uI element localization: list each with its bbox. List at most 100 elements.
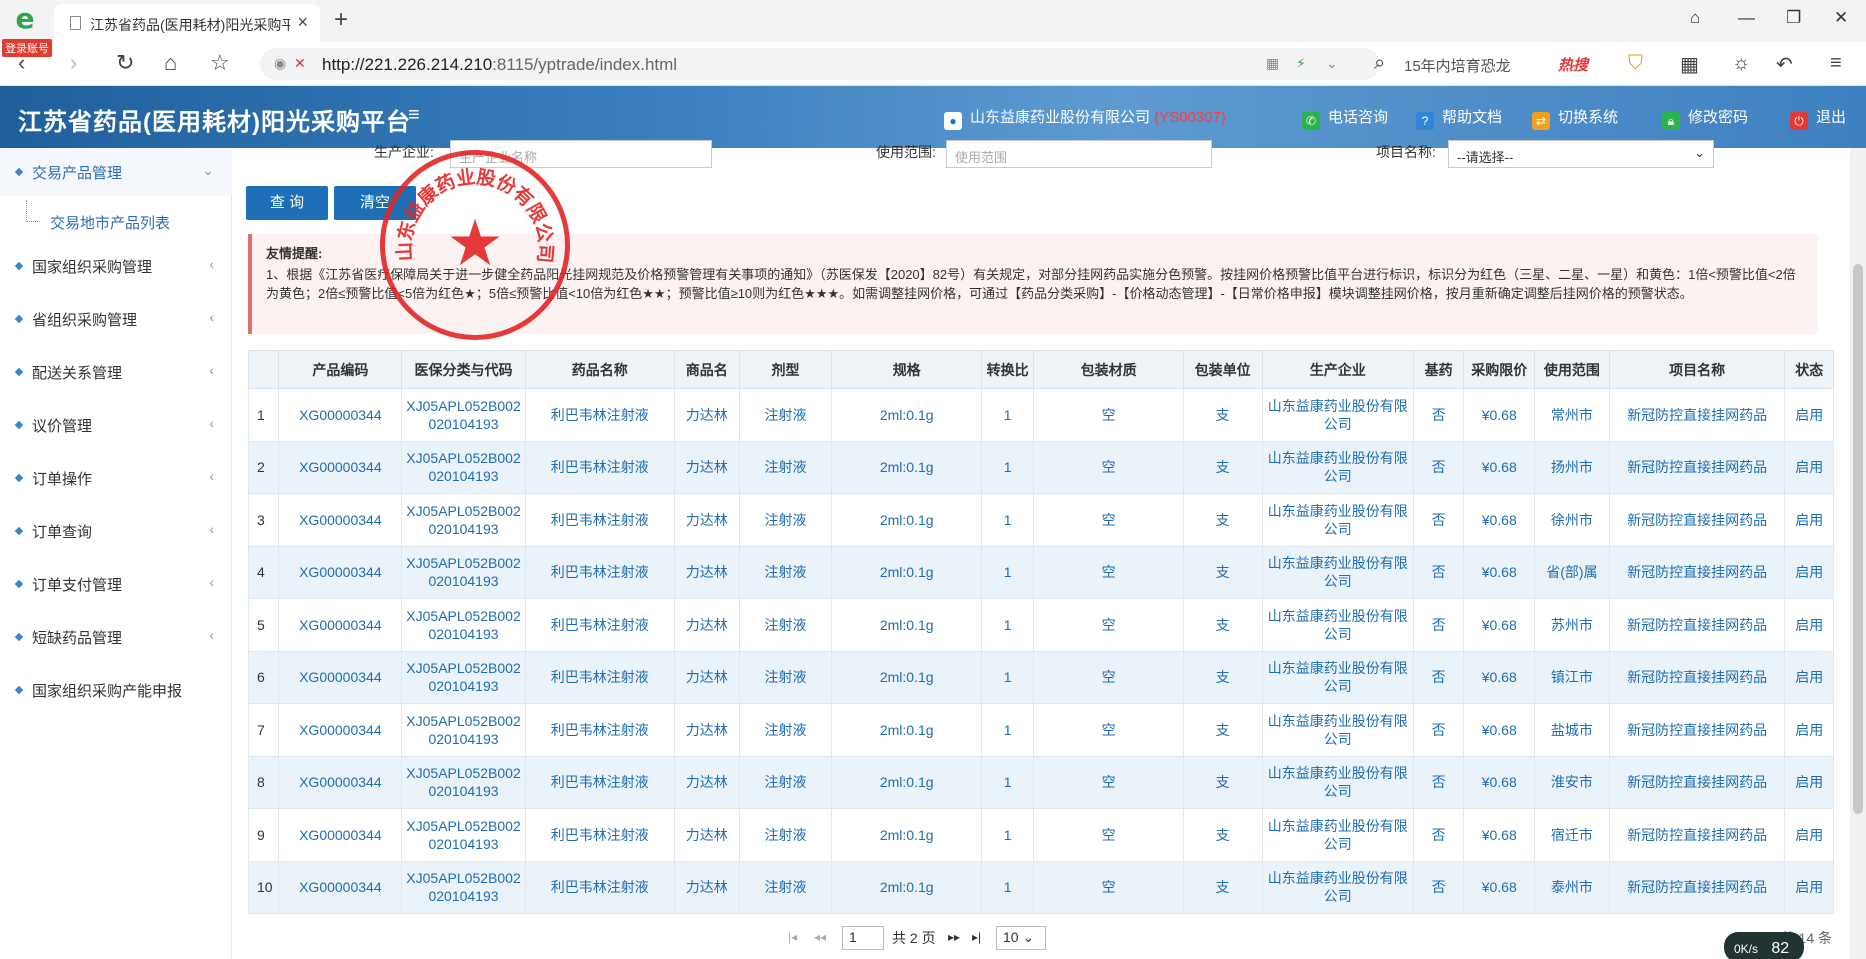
first-page-icon[interactable]: |◂ (788, 930, 797, 944)
sidebar-item-national-procurement[interactable]: 国家组织采购管理 ‹ (0, 242, 232, 290)
column-header[interactable]: 产品编码 (278, 350, 403, 389)
project-select[interactable]: --请选择-- ⌄ (1448, 140, 1714, 168)
scope-input[interactable]: 使用范围 (946, 140, 1212, 168)
last-page-icon[interactable]: ▸| (972, 930, 981, 944)
close-window-button[interactable]: ✕ (1834, 8, 1848, 28)
row-index: 4 (247, 545, 280, 599)
table-cell: 新冠防控直接挂网药品 (1608, 545, 1786, 599)
column-header[interactable]: 项目名称 (1608, 350, 1786, 389)
chevron-down-icon: ⌄ (202, 162, 214, 178)
column-header[interactable]: 生产企业 (1261, 350, 1414, 389)
column-header[interactable]: 医保分类与代码 (401, 350, 526, 389)
sidebar-item-capacity-report[interactable]: 国家组织采购产能申报 (0, 666, 232, 714)
minimize-button[interactable]: — (1738, 8, 1755, 28)
home-icon[interactable]: ⌂ (164, 50, 177, 76)
prev-page-icon[interactable]: ◂◂ (814, 930, 826, 944)
browser-tab[interactable]: 江苏省药品(医用耗材)阳光采购平 × (54, 4, 320, 42)
apps-grid-icon[interactable]: ▦ (1680, 52, 1699, 77)
table-row[interactable]: 8 XG00000344 XJ05APL052B002020104193 利巴韦林注射… (247, 755, 1834, 809)
phone-consult-link[interactable]: ✆ 电话咨询 (1302, 106, 1388, 130)
change-password-link[interactable]: 🔒︎ 修改密码 (1662, 106, 1748, 130)
column-header[interactable]: 剂型 (738, 350, 833, 389)
column-header[interactable]: 使用范围 (1534, 350, 1610, 389)
bookmark-star-icon[interactable]: ☆ (210, 50, 230, 76)
sidebar-item-shortage[interactable]: 短缺药品管理 ‹ (0, 613, 232, 661)
table-cell: 2ml:0.1g (831, 755, 982, 809)
table-cell: 力达林 (674, 440, 740, 494)
forward-icon[interactable]: › (70, 50, 77, 76)
close-tab-icon[interactable]: × (297, 12, 308, 33)
menu-icon[interactable]: ≡ (1830, 52, 1842, 75)
restore-button[interactable]: ❐ (1786, 8, 1801, 28)
bullet-icon (14, 420, 24, 430)
sidebar-item-order-ops[interactable]: 订单操作 ‹ (0, 454, 232, 502)
switch-system-link[interactable]: ⇄ 切换系统 (1532, 106, 1618, 130)
column-header[interactable]: 规格 (831, 350, 982, 389)
login-badge[interactable]: 登录账号 (2, 39, 52, 57)
column-header[interactable]: 状态 (1784, 350, 1834, 389)
brightness-icon[interactable]: ☼ (1732, 52, 1750, 75)
table-cell: 常州市 (1534, 388, 1610, 442)
table-cell: 启用 (1784, 440, 1834, 494)
shield-icon[interactable]: ⛉ (1628, 52, 1643, 75)
browser-search[interactable]: ⌕ 15年内培育恐龙 热搜 (1370, 48, 1650, 80)
sidebar-item-province-procurement[interactable]: 省组织采购管理 ‹ (0, 295, 232, 343)
dropdown-icon[interactable]: ⌄ (1326, 55, 1338, 72)
insecure-icon[interactable]: ✕ (294, 55, 306, 72)
table-row[interactable]: 5 XG00000344 XJ05APL052B002020104193 利巴韦林注射… (247, 598, 1834, 652)
shirt-icon[interactable]: ⌂ (1690, 8, 1700, 28)
hot-search-label[interactable]: 热搜 (1558, 54, 1588, 75)
table-cell: ¥0.68 (1463, 598, 1536, 652)
table-row[interactable]: 10 XG00000344 XJ05APL052B002020104193 利巴韦林注… (247, 860, 1834, 914)
qr-icon[interactable]: ▦ (1266, 55, 1279, 72)
sidebar-item-order-query[interactable]: 订单查询 ‹ (0, 507, 232, 555)
table-cell: ¥0.68 (1463, 650, 1536, 704)
sidebar-subitem-city-products[interactable]: 交易地市产品列表 (0, 200, 232, 240)
table-row[interactable]: 6 XG00000344 XJ05APL052B002020104193 利巴韦林注射… (247, 650, 1834, 704)
sidebar-item-delivery[interactable]: 配送关系管理 ‹ (0, 348, 232, 396)
table-cell: 镇江市 (1534, 650, 1610, 704)
column-header[interactable]: 基药 (1412, 350, 1465, 389)
scrollbar-thumb[interactable] (1853, 264, 1863, 814)
new-tab-button[interactable]: + (334, 6, 348, 34)
table-cell: 注射液 (738, 860, 833, 914)
security-icon[interactable]: ◉ (274, 55, 286, 72)
column-header[interactable]: 转换比 (980, 350, 1035, 389)
table-row[interactable]: 3 XG00000344 XJ05APL052B002020104193 利巴韦林注射… (247, 493, 1834, 547)
page-size-select[interactable]: 10 ⌄ (996, 926, 1046, 950)
table-cell: 力达林 (674, 808, 740, 862)
sidebar-item-trade-products[interactable]: 交易产品管理 ⌄ (0, 148, 232, 196)
document-icon (70, 16, 81, 30)
table-row[interactable]: 4 XG00000344 XJ05APL052B002020104193 利巴韦林注射… (247, 545, 1834, 599)
table-row[interactable]: 9 XG00000344 XJ05APL052B002020104193 利巴韦林注射… (247, 808, 1834, 862)
table-row[interactable]: 1 XG00000344 XJ05APL052B002020104193 利巴韦林注射… (247, 388, 1834, 442)
table-cell: 力达林 (674, 388, 740, 442)
table-cell: 支 (1182, 493, 1263, 547)
sidebar-item-order-payment[interactable]: 订单支付管理 ‹ (0, 560, 232, 608)
lightning-icon[interactable]: ⚡ (1296, 55, 1306, 72)
column-header[interactable]: 包装单位 (1182, 350, 1263, 389)
hamburger-icon[interactable]: ≡ (408, 104, 420, 127)
undo-icon[interactable]: ↶ (1776, 52, 1793, 77)
column-header[interactable]: 包装材质 (1033, 350, 1184, 389)
vertical-scrollbar[interactable] (1850, 148, 1866, 959)
table-row[interactable]: 7 XG00000344 XJ05APL052B002020104193 利巴韦林注射… (247, 703, 1834, 757)
logout-link[interactable]: ⏻ 退出 (1790, 106, 1846, 130)
reload-icon[interactable]: ↻ (116, 50, 134, 76)
column-header[interactable]: 药品名称 (524, 350, 676, 389)
table-cell: 山东益康药业股份有限公司 (1261, 388, 1414, 442)
query-button[interactable]: 查 询 (246, 186, 328, 220)
url-text[interactable]: http://221.226.214.210:8115/yptrade/inde… (322, 55, 677, 75)
page-input[interactable]: 1 (842, 926, 884, 950)
sidebar-item-label: 配送关系管理 (32, 365, 123, 382)
table-cell: 淮安市 (1534, 755, 1610, 809)
column-header[interactable]: 商品名 (674, 350, 740, 389)
help-docs-link[interactable]: ? 帮助文档 (1416, 106, 1502, 130)
address-bar[interactable]: ◉ ✕ http://221.226.214.210:8115/yptrade/… (260, 48, 1380, 80)
sidebar-item-negotiation[interactable]: 议价管理 ‹ (0, 401, 232, 449)
app-header: 江苏省药品(医用耗材)阳光采购平台 ≡ ● 山东益康药业股份有限公司 (YS003… (0, 86, 1866, 148)
column-header[interactable]: 采购限价 (1463, 350, 1536, 389)
table-row[interactable]: 2 XG00000344 XJ05APL052B002020104193 利巴韦林注射… (247, 440, 1834, 494)
next-page-icon[interactable]: ▸▸ (948, 930, 960, 944)
table-cell: 山东益康药业股份有限公司 (1261, 545, 1414, 599)
